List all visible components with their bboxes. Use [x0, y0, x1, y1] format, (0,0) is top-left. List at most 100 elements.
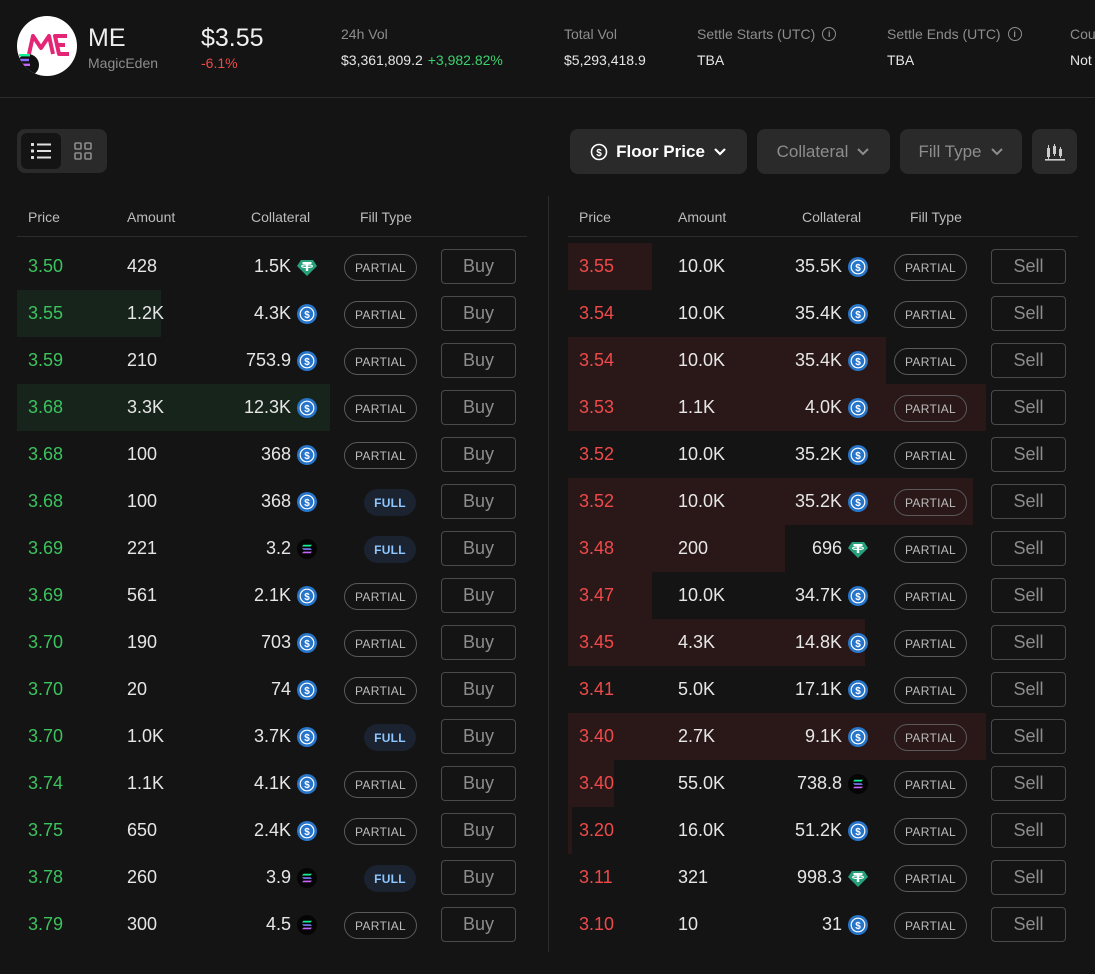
- fill-type-badge: PARTIAL: [894, 724, 967, 751]
- sell-button[interactable]: Sell: [991, 249, 1066, 284]
- svg-text:$: $: [304, 686, 310, 697]
- buy-button[interactable]: Buy: [441, 860, 516, 895]
- usdt-icon: [848, 868, 868, 888]
- usdc-icon: $: [297, 632, 317, 653]
- sell-table-header: Price Amount Collateral Fill Type: [568, 207, 1078, 237]
- collateral-value: 17.1K: [794, 679, 842, 699]
- sell-button[interactable]: Sell: [991, 860, 1066, 895]
- svg-text:$: $: [304, 498, 310, 509]
- fill-type-badge: PARTIAL: [344, 348, 417, 375]
- sell-button[interactable]: Sell: [991, 813, 1066, 848]
- table-row: 3.69 221 3.2 FULL Buy: [17, 525, 527, 572]
- fill-type-badge: PARTIAL: [344, 630, 417, 657]
- floor-price-label: Floor Price: [616, 141, 705, 161]
- buy-button[interactable]: Buy: [441, 766, 516, 801]
- stat-value-text: Not: [1070, 52, 1092, 68]
- orderbook-divider: [548, 196, 549, 952]
- order-collateral: 35.5K $: [795, 256, 868, 277]
- info-icon[interactable]: i: [1007, 27, 1022, 41]
- info-icon[interactable]: i: [822, 27, 837, 41]
- buy-button[interactable]: Buy: [441, 249, 516, 284]
- buy-button[interactable]: Buy: [441, 343, 516, 378]
- usdc-icon: $: [297, 397, 317, 418]
- sell-button[interactable]: Sell: [991, 672, 1066, 707]
- order-collateral: 696: [812, 538, 868, 559]
- usdc-icon: $: [297, 303, 317, 324]
- sell-button[interactable]: Sell: [991, 719, 1066, 754]
- collateral-value: 696: [811, 538, 842, 558]
- table-row: 3.70 20 74 $ PARTIAL Buy: [17, 666, 527, 713]
- table-row: 3.74 1.1K 4.1K $ PARTIAL Buy: [17, 760, 527, 807]
- svg-text:$: $: [855, 921, 861, 932]
- buy-button[interactable]: Buy: [441, 390, 516, 425]
- buy-button[interactable]: Buy: [441, 531, 516, 566]
- sell-button[interactable]: Sell: [991, 343, 1066, 378]
- depth-chart-button[interactable]: [1032, 129, 1077, 174]
- buy-button[interactable]: Buy: [441, 813, 516, 848]
- collateral-value: 31: [821, 914, 842, 934]
- floor-price-filter[interactable]: $ Floor Price: [570, 129, 747, 174]
- order-price: 3.10: [579, 914, 615, 934]
- table-row: 3.55 1.2K 4.3K $ PARTIAL Buy: [17, 290, 527, 337]
- stat-label: Cou: [1070, 26, 1095, 42]
- sell-button[interactable]: Sell: [991, 531, 1066, 566]
- order-collateral: 34.7K $: [795, 585, 868, 606]
- sell-button[interactable]: Sell: [991, 484, 1066, 519]
- collateral-value: 3.2: [265, 538, 291, 558]
- collateral-value: 998.3: [796, 867, 842, 887]
- table-row: 3.68 100 368 $ PARTIAL Buy: [17, 431, 527, 478]
- usdc-icon: $: [848, 679, 868, 700]
- stat-label-text: Settle Starts (UTC): [697, 26, 816, 42]
- buy-button[interactable]: Buy: [441, 578, 516, 613]
- fill-type-badge: PARTIAL: [894, 865, 967, 892]
- buy-button[interactable]: Buy: [441, 672, 516, 707]
- fill-type-badge: PARTIAL: [344, 818, 417, 845]
- grid-view-button[interactable]: [63, 133, 103, 169]
- buy-button[interactable]: Buy: [441, 907, 516, 942]
- stat-2: Settle Starts (UTC) i TBA: [697, 26, 837, 68]
- fill-type-badge: PARTIAL: [894, 630, 967, 657]
- sell-button[interactable]: Sell: [991, 625, 1066, 660]
- fill-type-badge: PARTIAL: [894, 677, 967, 704]
- order-price: 3.20: [579, 820, 615, 840]
- stat-0: 24h Vol $3,361,809.2 +3,982.82%: [341, 26, 503, 68]
- order-price: 3.47: [579, 585, 615, 605]
- fill-type-badge: PARTIAL: [894, 395, 967, 422]
- collateral-value: 4.3K: [253, 303, 291, 323]
- order-amount: 16.0K: [678, 820, 726, 840]
- buy-button[interactable]: Buy: [441, 296, 516, 331]
- price-column-header: Price: [28, 209, 60, 225]
- order-amount: 2.7K: [678, 726, 716, 746]
- svg-text:$: $: [855, 404, 861, 415]
- buy-button[interactable]: Buy: [441, 437, 516, 472]
- list-view-button[interactable]: [21, 133, 61, 169]
- buy-button[interactable]: Buy: [441, 484, 516, 519]
- order-collateral: 35.2K $: [795, 444, 868, 465]
- table-row: 3.50 428 1.5K PARTIAL Buy: [17, 243, 527, 290]
- stat-value: TBA: [887, 52, 1022, 68]
- sell-button[interactable]: Sell: [991, 437, 1066, 472]
- sell-button[interactable]: Sell: [991, 578, 1066, 613]
- sell-button[interactable]: Sell: [991, 766, 1066, 801]
- usdt-icon: [848, 539, 868, 559]
- table-row: 3.40 2.7K 9.1K $ PARTIAL Sell: [568, 713, 1078, 760]
- buy-button[interactable]: Buy: [441, 625, 516, 660]
- collateral-value: 4.5: [265, 914, 291, 934]
- order-amount: 10.0K: [678, 444, 726, 464]
- svg-text:$: $: [855, 592, 861, 603]
- grid-icon: [74, 142, 92, 160]
- sell-button[interactable]: Sell: [991, 907, 1066, 942]
- fill-type-badge: PARTIAL: [344, 583, 417, 610]
- order-price: 3.69: [28, 538, 64, 558]
- usdc-icon: $: [297, 726, 317, 747]
- buy-button[interactable]: Buy: [441, 719, 516, 754]
- fill-type-filter[interactable]: Fill Type: [900, 129, 1022, 174]
- fill-type-badge: PARTIAL: [894, 301, 967, 328]
- collateral-filter[interactable]: Collateral: [757, 129, 890, 174]
- sell-button[interactable]: Sell: [991, 296, 1066, 331]
- collateral-column-header: Collateral: [251, 209, 311, 225]
- sol-icon: [297, 867, 317, 888]
- fill-type-filter-label: Fill Type: [918, 141, 982, 161]
- sell-button[interactable]: Sell: [991, 390, 1066, 425]
- order-collateral: 35.4K $: [795, 303, 868, 324]
